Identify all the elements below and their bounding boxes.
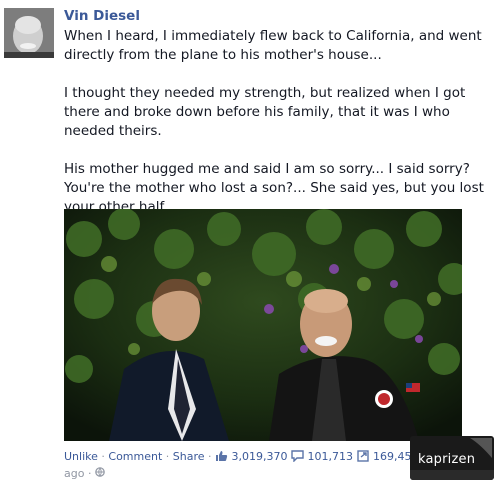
share-link[interactable]: Share xyxy=(173,450,205,463)
comment-link[interactable]: Comment xyxy=(108,450,162,463)
timestamp[interactable]: ago · xyxy=(64,467,105,480)
post-text: When I heard, I immediately flew back to… xyxy=(64,27,492,236)
post-paragraph: When I heard, I immediately flew back to… xyxy=(64,28,482,63)
likes-count[interactable]: 3,019,370 xyxy=(232,450,288,463)
timestamp-text: ago · xyxy=(64,467,92,480)
watermark-logo: kaprizen xyxy=(410,436,494,480)
unlike-link[interactable]: Unlike xyxy=(64,450,98,463)
globe-icon xyxy=(95,467,105,480)
separator: · xyxy=(101,450,105,463)
author-avatar[interactable] xyxy=(4,8,54,58)
share-icon[interactable] xyxy=(356,450,370,465)
post-paragraph: I thought they needed my strength, but r… xyxy=(64,85,466,139)
comment-bubble-icon[interactable] xyxy=(291,450,304,465)
author-name-link[interactable]: Vin Diesel xyxy=(64,8,140,24)
post-actions: Unlike · Comment · Share · 3,019,370 101… xyxy=(64,450,424,465)
post-photo[interactable] xyxy=(64,209,462,441)
separator: · xyxy=(208,450,212,463)
watermark-text: kaprizen xyxy=(418,452,476,467)
separator: · xyxy=(165,450,170,463)
shares-count[interactable]: 169,45 xyxy=(373,450,412,463)
comments-count[interactable]: 101,713 xyxy=(308,450,354,463)
thumbs-up-icon[interactable] xyxy=(215,450,228,465)
